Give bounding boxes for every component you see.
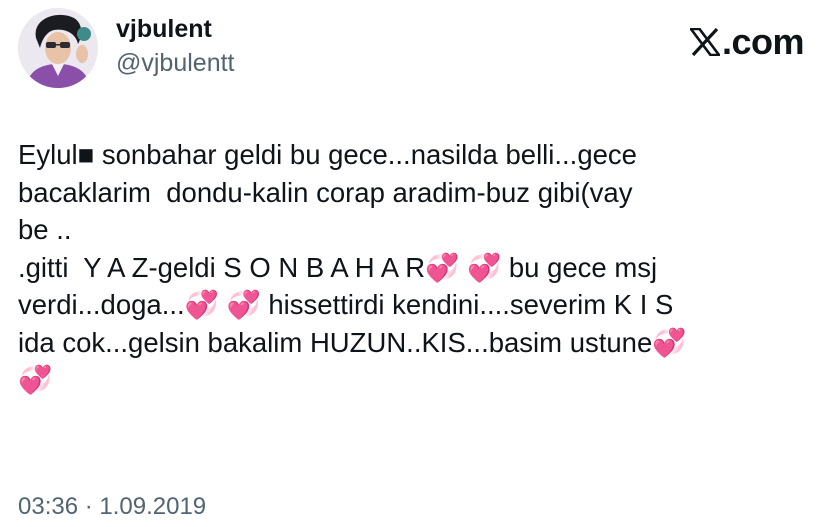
tweet-text: Eylul■ sonbahar geldi bu gece...nasilda … — [18, 139, 687, 395]
tweet-header: vjbulent @vjbulentt .com — [18, 8, 808, 90]
avatar-image — [18, 8, 98, 88]
brand-label: .com — [721, 21, 805, 62]
brand-watermark: .com — [689, 21, 805, 62]
avatar[interactable] — [18, 8, 98, 88]
author-names: vjbulent @vjbulentt — [116, 14, 235, 78]
display-name[interactable]: vjbulent — [116, 14, 235, 44]
x-logo-icon — [689, 28, 720, 56]
tweet-timestamp[interactable]: 03:36 · 1.09.2019 — [18, 492, 206, 522]
user-handle[interactable]: @vjbulentt — [116, 48, 235, 78]
